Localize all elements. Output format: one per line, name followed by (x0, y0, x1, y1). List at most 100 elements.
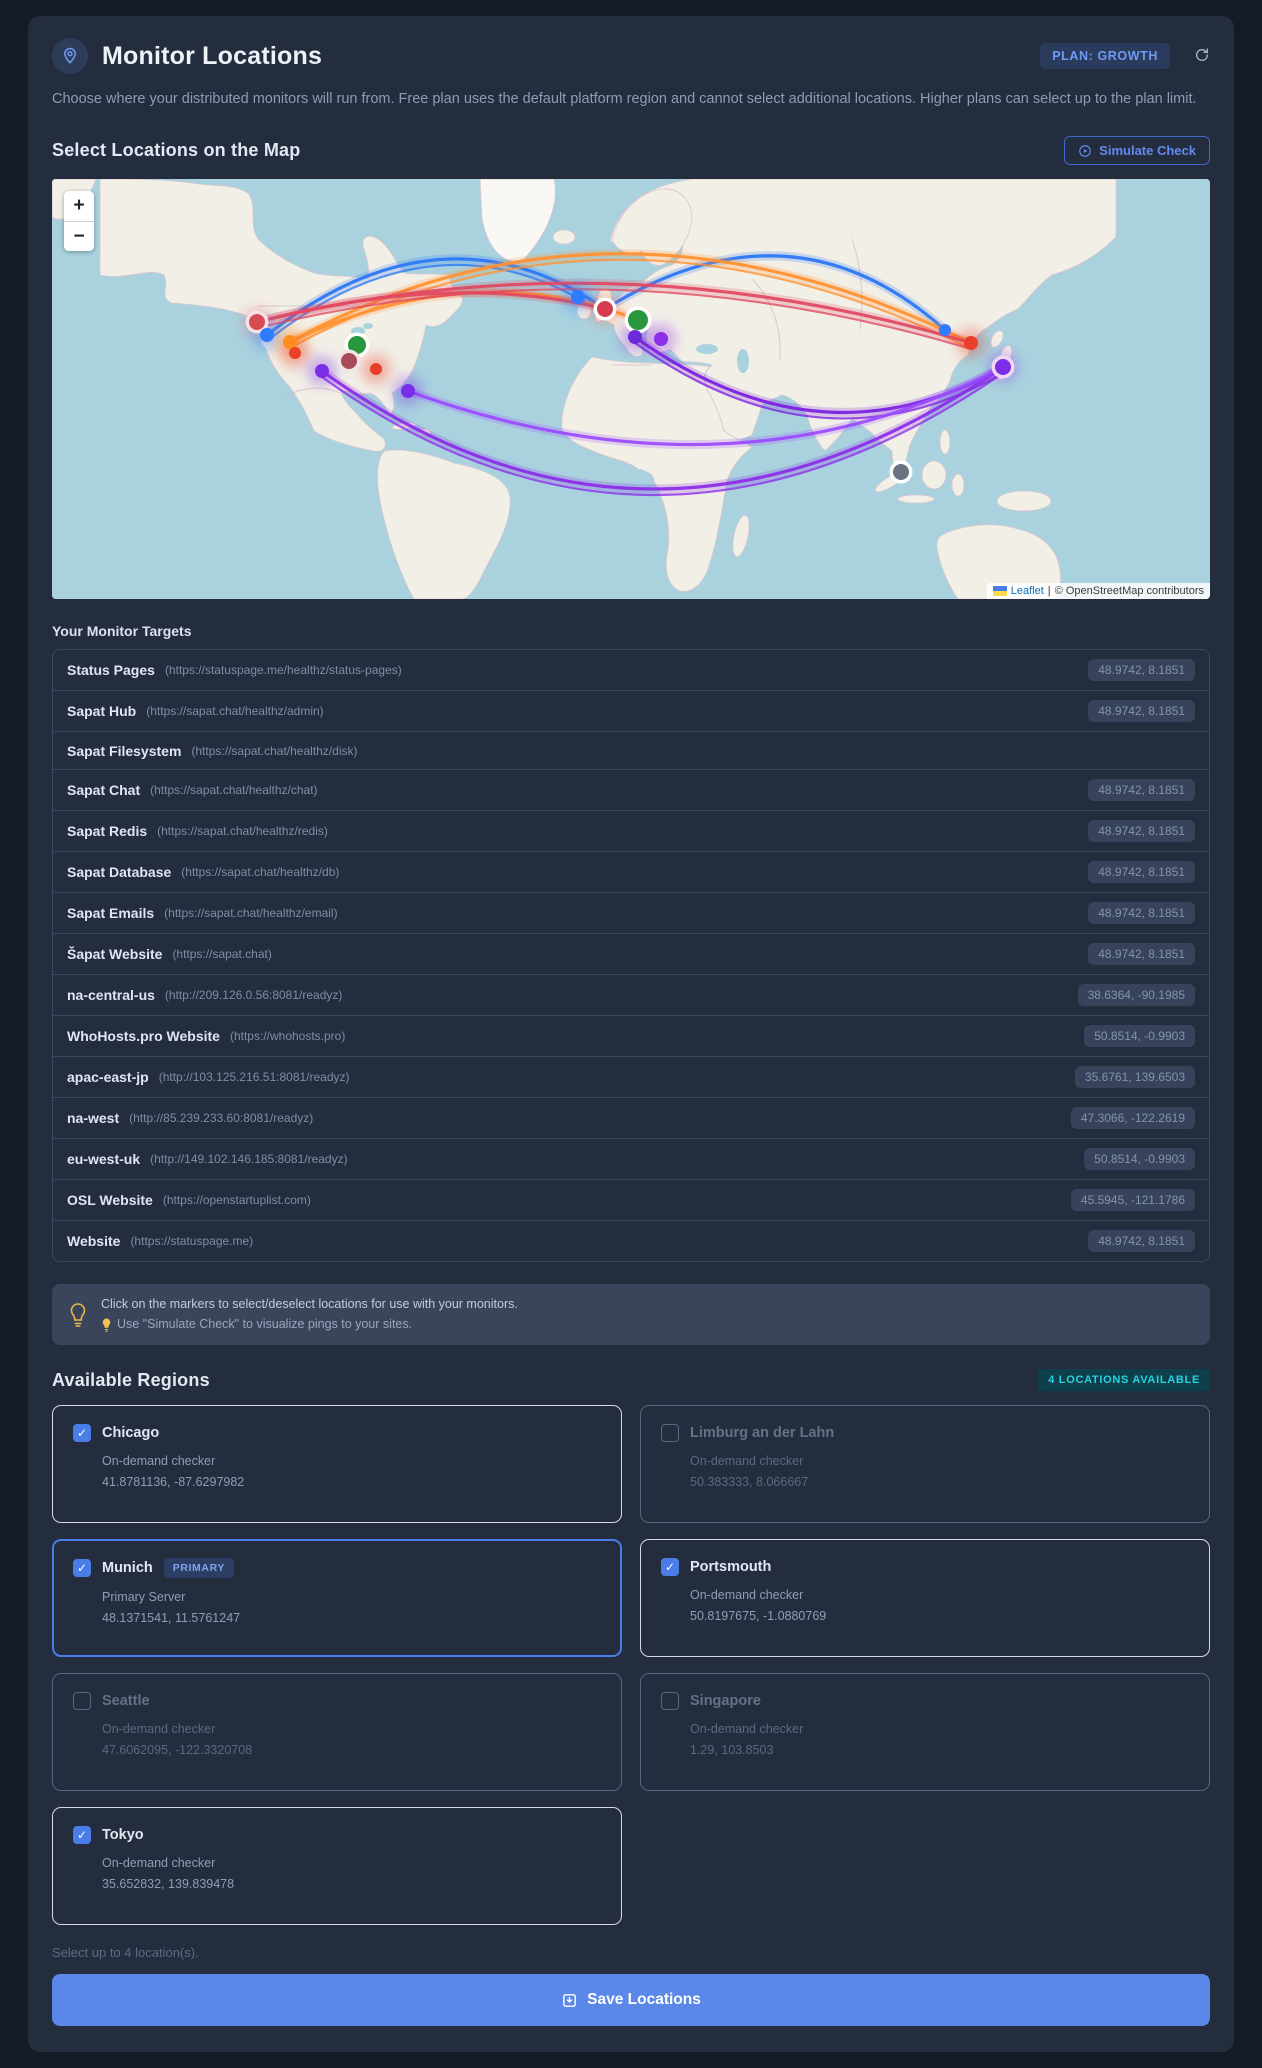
target-url: (https://sapat.chat/healthz/chat) (150, 783, 318, 798)
target-row[interactable]: Sapat Emails (https://sapat.chat/healthz… (53, 892, 1209, 933)
region-coords: 47.6062095, -122.3320708 (102, 1743, 253, 1758)
target-row[interactable]: apac-east-jp (http://103.125.216.51:8081… (53, 1056, 1209, 1097)
leaflet-link[interactable]: Leaflet (1011, 585, 1044, 597)
region-subtitle: Primary Server (102, 1590, 186, 1605)
zoom-out-button[interactable]: − (64, 221, 94, 252)
us-red-checker[interactable] (289, 347, 301, 360)
target-row[interactable]: OSL Website (https://openstartuplist.com… (53, 1179, 1209, 1220)
target-coords-badge: 38.6364, -90.1985 (1077, 984, 1195, 1007)
region-checkbox[interactable] (661, 1692, 679, 1711)
region-name: Limburg an der Lahn (690, 1425, 835, 1442)
refresh-icon (1194, 47, 1210, 66)
target-name: Status Pages (67, 662, 155, 679)
region-checkbox[interactable] (661, 1558, 679, 1577)
region-coords: 35.652832, 139.839478 (102, 1877, 235, 1892)
selection-limit-note: Select up to 4 location(s). (52, 1945, 199, 1961)
region-checkbox[interactable] (661, 1424, 679, 1443)
region-checkbox[interactable] (73, 1559, 91, 1578)
target-row[interactable]: WhoHosts.pro Website (https://whohosts.p… (53, 1015, 1209, 1056)
europe-purple-checker-2[interactable] (654, 332, 668, 347)
atlantic-checker[interactable] (571, 290, 585, 305)
simulate-check-label: Simulate Check (1099, 143, 1196, 159)
target-name: Sapat Database (67, 864, 172, 881)
target-url: (https://sapat.chat/healthz/db) (181, 865, 340, 880)
region-card-chicago[interactable]: Chicago On-demand checker 41.8781136, -8… (52, 1405, 622, 1524)
region-card-munich[interactable]: Munich PRIMARY Primary Server 48.1371541… (52, 1539, 622, 1658)
region-checkbox[interactable] (73, 1826, 91, 1845)
target-row[interactable]: Status Pages (https://statuspage.me/heal… (53, 650, 1209, 690)
target-row[interactable]: Sapat Chat (https://sapat.chat/healthz/c… (53, 769, 1209, 810)
region-primary-badge: PRIMARY (163, 1558, 234, 1579)
us-red-checker-2[interactable] (370, 363, 382, 376)
simulate-check-button[interactable]: Simulate Check (1064, 136, 1210, 166)
ukraine-flag-icon (992, 586, 1007, 597)
target-name: OSL Website (67, 1192, 153, 1209)
tip-box: Click on the markers to select/deselect … (52, 1284, 1210, 1346)
target-row[interactable]: na-central-us (http://209.126.0.56:8081/… (53, 974, 1209, 1015)
target-coords-badge: 45.5945, -121.1786 (1070, 1189, 1195, 1212)
save-locations-button[interactable]: Save Locations (52, 1974, 1210, 2027)
location-pin-icon (52, 38, 88, 74)
region-subtitle: On-demand checker (690, 1722, 804, 1737)
region-coords: 41.8781136, -87.6297982 (102, 1475, 245, 1490)
target-row[interactable]: eu-west-uk (http://149.102.146.185:8081/… (53, 1138, 1209, 1179)
target-url: (https://sapat.chat/healthz/admin) (146, 704, 324, 719)
regions-heading: Available Regions (52, 1369, 210, 1390)
region-card-seattle[interactable]: Seattle On-demand checker 47.6062095, -1… (52, 1673, 622, 1792)
save-locations-label: Save Locations (587, 1991, 701, 2009)
zoom-in-button[interactable]: + (64, 191, 94, 222)
target-coords-badge: 48.9742, 8.1851 (1088, 659, 1195, 682)
attribution-separator: | (1047, 585, 1051, 598)
tip-line-1: Click on the markers to select/deselect … (101, 1297, 518, 1312)
region-checkbox[interactable] (73, 1692, 91, 1711)
page-title: Monitor Locations (102, 41, 323, 70)
target-url: (http://85.239.233.60:8081/readyz) (129, 1111, 314, 1126)
target-url: (https://statuspage.me) (130, 1234, 254, 1249)
us-purple-checker[interactable] (315, 364, 329, 379)
target-url: (https://sapat.chat/healthz/email) (164, 906, 338, 921)
asia-red-checker[interactable] (964, 336, 978, 351)
locations-available-badge: 4 LOCATIONS AVAILABLE (1038, 1369, 1210, 1392)
na-central-us-marker[interactable] (337, 349, 361, 373)
world-map[interactable]: + − Leaflet | © OpenStreetMap contributo… (52, 179, 1210, 600)
tokyo-marker[interactable] (991, 355, 1015, 379)
target-coords-badge: 48.9742, 8.1851 (1088, 779, 1195, 802)
target-row[interactable]: Sapat Redis (https://sapat.chat/healthz/… (53, 810, 1209, 851)
target-url: (https://sapat.chat/healthz/redis) (157, 824, 328, 839)
region-coords: 50.383333, 8.066667 (690, 1475, 809, 1490)
asia-blue-checker[interactable] (939, 324, 951, 337)
region-subtitle: On-demand checker (690, 1454, 804, 1469)
monitor-locations-panel: Monitor Locations PLAN: GROWTH Choose wh… (28, 16, 1234, 2053)
na-west-checker[interactable] (260, 328, 274, 343)
target-coords-badge: 50.8514, -0.9903 (1084, 1148, 1195, 1171)
region-card-tokyo[interactable]: Tokyo On-demand checker 35.652832, 139.8… (52, 1807, 622, 1926)
region-checkbox[interactable] (73, 1424, 91, 1443)
munich-marker[interactable] (624, 306, 652, 334)
target-name: eu-west-uk (67, 1151, 141, 1168)
target-row[interactable]: Website (https://statuspage.me) 48.9742,… (53, 1220, 1209, 1261)
region-grid: Chicago On-demand checker 41.8781136, -8… (52, 1405, 1210, 1926)
region-subtitle: On-demand checker (690, 1588, 804, 1603)
map-zoom-control: + − (64, 191, 94, 252)
europe-purple-checker[interactable] (628, 330, 642, 345)
refresh-button[interactable] (1194, 47, 1210, 66)
target-row[interactable]: na-west (http://85.239.233.60:8081/ready… (53, 1097, 1209, 1138)
us-purple-checker-2[interactable] (401, 384, 415, 399)
target-coords-badge: 48.9742, 8.1851 (1088, 820, 1195, 843)
region-name: Portsmouth (690, 1559, 772, 1576)
target-url: (https://sapat.chat) (172, 947, 272, 962)
target-row[interactable]: Šapat Website (https://sapat.chat) 48.97… (53, 933, 1209, 974)
target-coords-badge: 50.8514, -0.9903 (1084, 1025, 1195, 1048)
region-coords: 50.8197675, -1.0880769 (690, 1609, 827, 1624)
singapore-marker[interactable] (889, 460, 913, 484)
region-card-singapore[interactable]: Singapore On-demand checker 1.29, 103.85… (640, 1673, 1210, 1792)
portsmouth-marker[interactable] (593, 297, 617, 321)
target-row[interactable]: Sapat Filesystem (https://sapat.chat/hea… (53, 731, 1209, 769)
region-card-limburg-an-der-lahn[interactable]: Limburg an der Lahn On-demand checker 50… (640, 1405, 1210, 1524)
region-subtitle: On-demand checker (102, 1722, 216, 1737)
us-orange-checker[interactable] (283, 335, 297, 350)
region-card-portsmouth[interactable]: Portsmouth On-demand checker 50.8197675,… (640, 1539, 1210, 1658)
target-row[interactable]: Sapat Database (https://sapat.chat/healt… (53, 851, 1209, 892)
target-name: Sapat Chat (67, 782, 141, 799)
target-row[interactable]: Sapat Hub (https://sapat.chat/healthz/ad… (53, 690, 1209, 731)
